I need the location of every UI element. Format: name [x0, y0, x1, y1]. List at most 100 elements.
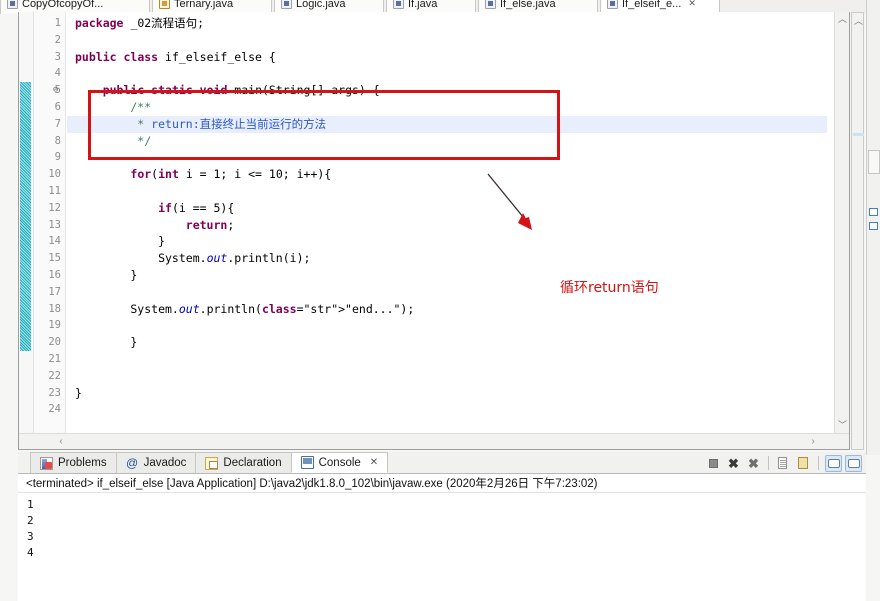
remove-launch-button[interactable]: ✖: [725, 455, 742, 472]
code-editor-viewport[interactable]: 1 2 3 4 5 6 7 8 9 10 11 12 13 14 15 16 17 18 19 20 21 22 23 24 …: [19, 12, 849, 433]
console-output-line: 1: [27, 498, 34, 511]
line-number: 20: [48, 336, 61, 349]
outline-icon[interactable]: [869, 222, 878, 230]
scroll-left-arrow-icon[interactable]: ‹: [53, 434, 69, 449]
declaration-icon: [205, 456, 219, 470]
line-number: 1: [54, 17, 61, 29]
bottom-tab-label: Problems: [58, 457, 107, 469]
editor-vertical-scrollbar[interactable]: ︿ ﹀: [834, 12, 849, 433]
java-file-modified-icon: [159, 0, 170, 9]
bottom-panel-tab-bar: Problems @ Javadoc Declaration Console ✕ ✖ ✖: [18, 452, 866, 474]
code-line[interactable]: }: [67, 334, 827, 351]
display-console-button[interactable]: [845, 454, 862, 472]
bottom-tab-declaration[interactable]: Declaration: [195, 452, 292, 473]
line-number-ruler: 1 2 3 4 5 6 7 8 9 10 11 12 13 14 15 16 17 18 19 20 21 22 23 24: [34, 12, 66, 433]
editor-overview-ruler[interactable]: ︿: [851, 12, 864, 450]
java-file-icon: [7, 0, 18, 9]
line-number: 23: [48, 386, 61, 399]
code-text-area[interactable]: package _02流程语句;public class if_elseif_e…: [67, 12, 827, 433]
toolbar-separator: [768, 456, 769, 470]
annotation-callout-text: 循环return语句: [560, 280, 659, 296]
java-file-icon: [607, 0, 618, 9]
overview-up-arrow-icon[interactable]: ︿: [852, 14, 865, 27]
bottom-tab-label: Javadoc: [143, 457, 187, 469]
line-number: 19: [48, 319, 61, 332]
code-line[interactable]: [67, 401, 827, 418]
bottom-tab-javadoc[interactable]: @ Javadoc: [115, 452, 197, 473]
line-number: 22: [48, 369, 61, 382]
java-file-icon: [281, 0, 292, 9]
editor-tab-label: If_else.java: [500, 0, 556, 10]
right-side-view-strip[interactable]: [866, 0, 880, 455]
clear-console-button[interactable]: [775, 455, 792, 472]
scroll-up-arrow-icon[interactable]: ︿: [835, 12, 850, 27]
line-number: 8: [54, 134, 61, 147]
line-number: 4: [54, 67, 61, 80]
bottom-tab-label: Console: [318, 456, 361, 469]
eclipse-ide-window: CopyOfcopyOf... Ternary.java Logic.java If.…: [0, 0, 880, 601]
code-line[interactable]: if(i == 5){: [67, 200, 827, 217]
code-line[interactable]: [67, 65, 827, 82]
code-line[interactable]: return;: [67, 217, 827, 234]
editor-tab-label: If.java: [408, 0, 438, 10]
close-icon[interactable]: ✕: [688, 0, 696, 9]
code-line[interactable]: public static void main(String[] args) {: [67, 82, 827, 99]
code-line[interactable]: [67, 183, 827, 200]
line-number: 13: [48, 218, 61, 231]
code-line[interactable]: System.out.println(i);: [67, 250, 827, 267]
code-line[interactable]: * return:直接终止当前运行的方法: [67, 115, 827, 133]
code-line[interactable]: [67, 317, 827, 334]
scroll-right-arrow-icon[interactable]: ›: [805, 434, 821, 449]
line-number: 14: [48, 235, 61, 248]
code-line[interactable]: */: [67, 133, 827, 150]
console-output[interactable]: 1 2 3 4: [18, 493, 866, 601]
code-line[interactable]: [67, 284, 827, 301]
editor-tab-label: If_elseif_e...: [622, 0, 682, 10]
scroll-down-arrow-icon[interactable]: ﹀: [835, 418, 850, 433]
editor-horizontal-scrollbar[interactable]: ‹ ›: [19, 433, 849, 449]
line-number: 16: [48, 269, 61, 281]
code-line[interactable]: }: [67, 385, 827, 402]
bottom-tab-problems[interactable]: Problems: [30, 452, 117, 473]
code-line[interactable]: [67, 368, 827, 385]
editor-tab-label: Logic.java: [296, 0, 346, 10]
javadoc-icon: @: [125, 455, 139, 470]
outline-icon[interactable]: [869, 208, 878, 216]
line-number: 6: [54, 101, 61, 113]
scroll-lock-button[interactable]: [795, 455, 812, 472]
console-toolbar: ✖ ✖: [705, 453, 862, 473]
line-number: 18: [48, 302, 61, 315]
line-number: 11: [48, 185, 61, 197]
fold-collapse-icon[interactable]: ⊖: [53, 82, 58, 99]
line-number: 9: [54, 151, 61, 164]
remove-all-launches-button[interactable]: ✖: [745, 455, 762, 472]
overview-marker: [853, 133, 864, 136]
code-line[interactable]: [67, 351, 827, 368]
close-icon[interactable]: ✕: [370, 457, 378, 468]
code-line[interactable]: [67, 149, 827, 166]
code-line[interactable]: /**: [67, 99, 827, 116]
line-number: 12: [48, 201, 61, 214]
code-line[interactable]: [67, 32, 827, 49]
line-number: 10: [48, 168, 61, 181]
line-number: 3: [54, 50, 61, 63]
console-output-line: 2: [27, 514, 34, 527]
java-file-icon: [485, 0, 496, 9]
console-output-line: 3: [27, 530, 34, 543]
bottom-tab-console[interactable]: Console ✕: [290, 452, 389, 473]
code-line[interactable]: package _02流程语句;: [67, 15, 827, 32]
code-line[interactable]: System.out.println(class="str">"end...")…: [67, 301, 827, 318]
line-number: 21: [48, 353, 61, 365]
code-line[interactable]: }: [67, 233, 827, 250]
editor-tab-label: CopyOfcopyOf...: [22, 0, 104, 10]
problems-icon: [40, 456, 53, 470]
code-line[interactable]: for(int i = 1; i <= 10; i++){: [67, 166, 827, 183]
code-line[interactable]: public class if_elseif_else {: [67, 49, 827, 66]
terminate-button[interactable]: [705, 455, 722, 472]
code-editor[interactable]: 1 2 3 4 5 6 7 8 9 10 11 12 13 14 15 16 17 18 19 20 21 22 23 24 …: [18, 12, 850, 450]
line-number: 2: [54, 33, 61, 46]
outline-view-tab[interactable]: [868, 150, 880, 174]
pin-console-button[interactable]: [825, 454, 842, 472]
java-file-icon: [393, 0, 404, 9]
code-line[interactable]: }: [67, 267, 827, 284]
